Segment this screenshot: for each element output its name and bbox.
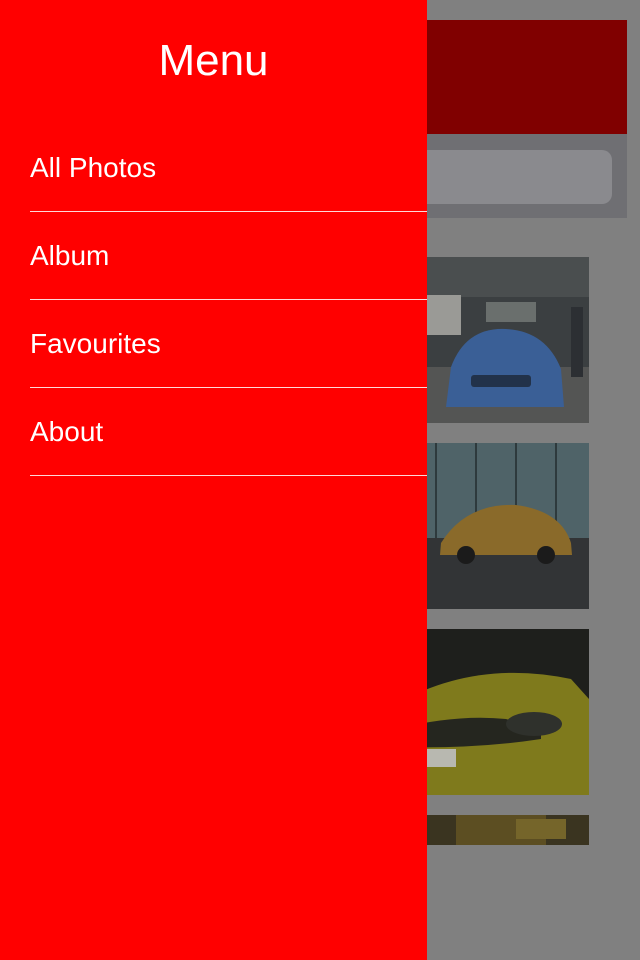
menu-item-label: About <box>30 415 104 447</box>
menu-title: Menu <box>158 36 269 85</box>
menu-item-label: All Photos <box>30 151 157 183</box>
menu-item-favourites[interactable]: Favourites <box>30 300 427 388</box>
menu-item-all-photos[interactable]: All Photos <box>30 124 427 212</box>
side-menu-drawer: Menu All Photos Album Favourites About <box>0 0 427 960</box>
menu-item-label: Album <box>30 239 110 271</box>
menu-item-label: Favourites <box>30 327 161 359</box>
menu-item-album[interactable]: Album <box>30 212 427 300</box>
menu-list: All Photos Album Favourites About <box>0 124 427 476</box>
menu-item-about[interactable]: About <box>30 388 427 476</box>
